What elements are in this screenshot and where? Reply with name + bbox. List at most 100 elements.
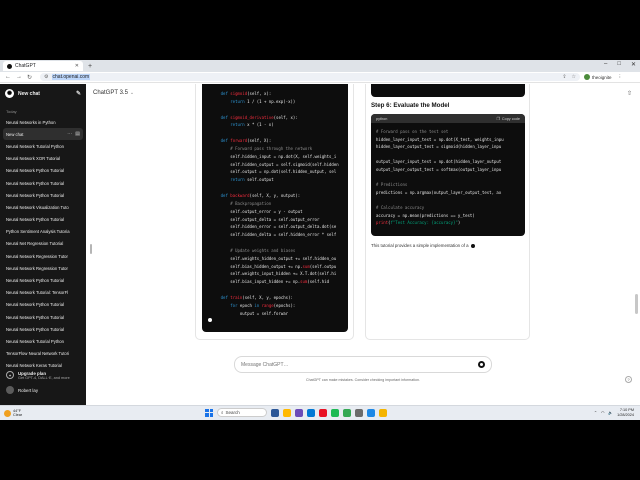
stop-generating-button[interactable] — [478, 361, 485, 368]
close-window-button[interactable]: ✕ — [631, 61, 636, 68]
taskbar-app-icon[interactable] — [355, 408, 363, 417]
address-bar[interactable]: ⚙ chat.openai.com ⇪ ☆ — [40, 73, 581, 81]
maximize-button[interactable]: □ — [617, 61, 621, 68]
chat-title: Neural Network Tutorial Python — [6, 143, 64, 149]
disclaimer: ChatGPT can make mistakes. Consider chec… — [306, 378, 420, 382]
chat-title: Python Sentiment Analysis Tutoria — [6, 229, 70, 235]
site-info-icon[interactable]: ⚙ — [44, 74, 48, 80]
clock[interactable]: 7:10 PM 1/28/2024 — [617, 408, 634, 417]
code-token: hidden_layer_output_test = sigmoid(hidde… — [376, 144, 502, 150]
archive-icon[interactable]: ▤ — [75, 131, 80, 137]
code-line: self.bias_hidden_output += np.sum(self.o… — [211, 263, 348, 271]
chat-title: Neural Network Python Tutorial — [6, 326, 64, 332]
taskbar-app-icon[interactable] — [271, 408, 279, 417]
model-name: ChatGPT 3.5 — [93, 90, 128, 96]
streaming-cursor-icon — [470, 243, 475, 248]
sidebar-chat-item[interactable]: Neural Network Python Tutorial — [0, 189, 86, 201]
forward-icon[interactable]: → — [16, 74, 22, 81]
scrollbar[interactable] — [635, 294, 638, 314]
taskbar-app-icon[interactable] — [319, 408, 327, 417]
upgrade-plan-button[interactable]: ✦ Upgrade plan Get GPT-4, DALL·E, and mo… — [0, 367, 86, 380]
sidebar-chat-item[interactable]: Neural Network Python Tutorial — [0, 323, 86, 335]
chat-title: Neural Network Python Tutorial — [6, 192, 64, 198]
response-text: This tutorial provides a simple implemen… — [371, 243, 475, 248]
code-block-previous — [371, 84, 525, 97]
chat-actions: ⋯ ▤ — [67, 131, 80, 137]
code-token: # Forward pass on the test set — [376, 129, 449, 134]
user-menu[interactable]: Robert lay — [0, 380, 86, 394]
taskbar-app-icon[interactable] — [283, 408, 291, 417]
taskbar-app-icon[interactable] — [379, 408, 387, 417]
chat-title: Neural Network Tutorial Python — [6, 338, 64, 344]
sidebar-chat-item[interactable]: Neural Networks in Python — [0, 116, 86, 128]
minimize-button[interactable]: – — [604, 61, 607, 68]
sidebar-chat-item[interactable]: Neural Network Python Tutorial — [0, 274, 86, 286]
sidebar-chat-item[interactable]: Neural Network Python Tutorial — [0, 165, 86, 177]
code-token: accuracy = np.mean(predictions == y_test… — [376, 212, 475, 218]
sidebar-chat-item[interactable]: Neural Network Regression Tutor — [0, 250, 86, 262]
profile-chip[interactable]: theoignite ⋮ — [584, 74, 622, 80]
sidebar-chat-item[interactable]: New chat ⋯ ▤ — [3, 128, 83, 141]
new-chat-button[interactable]: ✺ New chat ✎ — [0, 84, 86, 103]
message-input[interactable] — [241, 361, 461, 368]
sidebar-chat-item[interactable]: Neural Network XOR Tutorial — [0, 153, 86, 165]
new-tab-button[interactable]: + — [88, 63, 92, 70]
share-page-icon[interactable]: ⇪ — [562, 74, 566, 80]
taskbar-app-icon[interactable] — [343, 408, 351, 417]
sidebar-chat-item[interactable]: Neural Network Tutorial: TensorFl — [0, 287, 86, 299]
reload-icon[interactable]: ↻ — [27, 74, 32, 81]
sidebar-chat-item[interactable]: Neural Network Tutorial Python — [0, 335, 86, 347]
code-token: return — [230, 122, 248, 128]
code-token: self.output_delta = self.output_error — [211, 216, 320, 222]
code-token: output_layer_output_test = softmax(outpu… — [376, 166, 502, 172]
sidebar-chat-item[interactable]: Neural Network Python Tutorial — [0, 177, 86, 189]
code-line: accuracy = np.mean(predictions == y_test… — [376, 212, 525, 220]
taskbar-app-icon[interactable] — [307, 408, 315, 417]
sidebar-chat-item[interactable]: Neural Net Regression Tutorial — [0, 238, 86, 250]
sidebar-section-label: Today — [6, 109, 17, 114]
taskbar-app-icon[interactable] — [331, 408, 339, 417]
url-text[interactable]: chat.openai.com — [51, 74, 91, 80]
compose-icon[interactable]: ✎ — [76, 90, 81, 97]
sidebar-chat-item[interactable]: TensorFlow Neural Network Tutori — [0, 348, 86, 360]
sidebar-chat-item[interactable]: Neural Network Visualization Tuto — [0, 201, 86, 213]
close-tab-icon[interactable]: ✕ — [75, 63, 79, 69]
sidebar-chat-item[interactable]: Neural Network Python Tutorial — [0, 299, 86, 311]
bookmark-star-icon[interactable]: ☆ — [572, 74, 576, 80]
taskbar-app-icon[interactable] — [295, 408, 303, 417]
browser-tab[interactable]: ChatGPT ✕ — [3, 61, 83, 71]
more-options-icon[interactable]: ⋯ — [67, 131, 72, 137]
sidebar-chat-item[interactable]: Neural Network Python Tutorial — [0, 311, 86, 323]
back-icon[interactable]: ← — [5, 74, 11, 81]
taskbar-app-icon[interactable] — [367, 408, 375, 417]
sidebar-chat-item[interactable]: Neural Network Regression Tutor — [0, 262, 86, 274]
sidebar-toggle-handle[interactable] — [90, 244, 92, 254]
code-line: predictions = np.argmax(output_layer_out… — [376, 189, 525, 197]
copy-code-button[interactable]: ❐ Copy code — [496, 116, 520, 122]
code-token: (self, X): — [247, 138, 272, 144]
code-token: def — [220, 294, 231, 300]
taskbar-search[interactable]: ⌕ Search — [217, 408, 267, 417]
sidebar-chat-item[interactable]: Neural Network Python Tutorial — [0, 214, 86, 226]
browser-menu-icon[interactable]: ⋮ — [618, 74, 623, 80]
code-line: print(f"Test Accuracy: {accuracy}") — [376, 219, 525, 227]
sidebar-chat-item[interactable]: Python Sentiment Analysis Tutoria — [0, 226, 86, 238]
volume-icon[interactable]: 🔈 — [608, 410, 613, 415]
share-icon[interactable]: ⇧ — [627, 90, 632, 97]
wifi-icon[interactable]: ◠ — [601, 410, 604, 415]
code-token: def — [220, 192, 231, 198]
model-selector[interactable]: ChatGPT 3.5 ⌄ — [93, 90, 134, 96]
weather-widget[interactable]: 44°F Clear — [4, 409, 22, 418]
code-line: self.output_delta = self.output_error — [211, 216, 348, 224]
sidebar-chat-item[interactable]: Neural Network Tutorial Python — [0, 140, 86, 152]
code-token: f"Test Accuracy: {accuracy}" — [390, 220, 458, 226]
code-token: # Calculate accuracy — [376, 204, 425, 210]
tray-chevron-icon[interactable]: ⌃ — [594, 410, 597, 415]
code-token: print — [376, 220, 389, 226]
windows-start-icon[interactable] — [205, 408, 213, 417]
help-button[interactable]: ? — [625, 376, 632, 383]
